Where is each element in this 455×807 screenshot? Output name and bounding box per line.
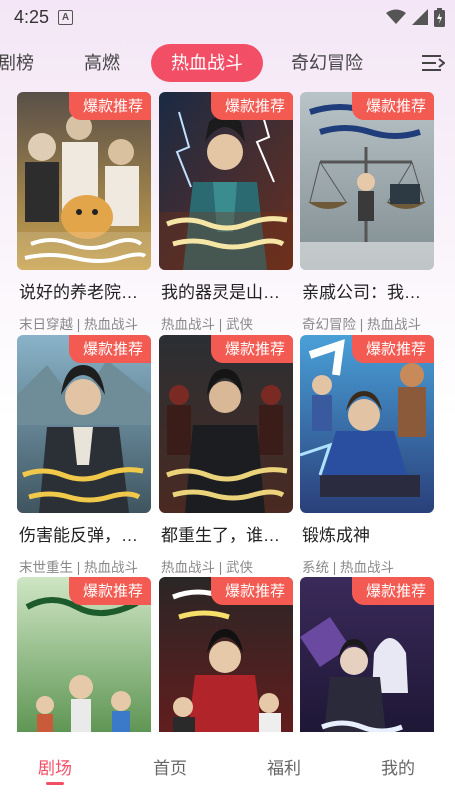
drama-card[interactable]: 爆款推荐 说好的养老院… 末日穿越 | 热血战斗 [17,92,151,332]
drama-card[interactable]: 爆款推荐 [300,577,434,732]
hot-recommend-badge: 爆款推荐 [68,577,151,605]
tab-ranking[interactable]: 剧榜 [0,44,34,82]
card-title: 说好的养老院… [19,283,138,302]
status-time: 4:25 [14,7,50,27]
hot-recommend-badge: 爆款推荐 [210,577,293,605]
cover-image: 爆款推荐 [17,577,151,732]
hot-recommend-badge: 爆款推荐 [210,92,293,120]
nav-home[interactable]: 首页 [153,754,187,779]
hot-recommend-badge: 爆款推荐 [351,335,434,363]
card-title: 都重生了，谁… [161,526,280,545]
battery-icon [434,7,445,27]
list-menu-icon[interactable] [421,52,445,74]
cover-image: 爆款推荐 [159,92,293,270]
cover-image: 爆款推荐 [159,577,293,732]
drama-card[interactable]: 爆款推荐 [17,577,151,732]
cover-image: 爆款推荐 [300,92,434,270]
cover-image: 爆款推荐 [159,335,293,513]
drama-card[interactable]: 爆款推荐 伤害能反弹，… 末世重生 | 热血战斗 [17,335,151,575]
nav-active-indicator [46,782,64,785]
drama-card[interactable]: 爆款推荐 亲戚公司：我… 奇幻冒险 | 热血战斗 [300,92,434,332]
card-tags: 奇幻冒险 | 热血战斗 [302,317,422,332]
status-bar: 4:25 A [0,0,455,34]
hot-recommend-badge: 爆款推荐 [351,577,434,605]
card-title: 伤害能反弹，… [19,526,138,545]
cover-image: 爆款推荐 [300,335,434,513]
tab-high-energy[interactable]: 高燃 [84,44,120,82]
card-title: 锻炼成神 [302,526,370,545]
nav-theater[interactable]: 剧场 [38,754,72,779]
notification-a-icon: A [58,10,73,25]
drama-card[interactable]: 爆款推荐 锻炼成神 系统 | 热血战斗 [300,335,434,575]
cover-image: 爆款推荐 [17,335,151,513]
card-title: 亲戚公司：我… [302,283,421,302]
hot-recommend-badge: 爆款推荐 [351,92,434,120]
card-tags: 热血战斗 | 武侠 [161,560,254,575]
card-tags: 热血战斗 | 武侠 [161,317,254,332]
cover-image: 爆款推荐 [300,577,434,732]
hot-recommend-badge: 爆款推荐 [210,335,293,363]
tab-hot-blood-battle[interactable]: 热血战斗 [151,44,263,82]
status-icons [386,7,445,27]
card-title: 我的器灵是山… [161,283,280,302]
drama-card[interactable]: 爆款推荐 我的器灵是山… 热血战斗 | 武侠 [159,92,293,332]
nav-mine[interactable]: 我的 [381,754,415,779]
card-tags: 系统 | 热血战斗 [302,560,395,575]
drama-card[interactable]: 爆款推荐 都重生了，谁… 热血战斗 | 武侠 [159,335,293,575]
hot-recommend-badge: 爆款推荐 [68,335,151,363]
hot-recommend-badge: 爆款推荐 [68,92,151,120]
bottom-navigation: 剧场 首页 福利 我的 [0,732,455,807]
nav-welfare[interactable]: 福利 [267,754,301,779]
tab-fantasy-adventure[interactable]: 奇幻冒险 [291,44,363,82]
drama-grid: 爆款推荐 说好的养老院… 末日穿越 | 热血战斗 爆款推荐 我的器灵是山… 热血… [17,92,441,732]
category-tabs: 剧榜 高燃 热血战斗 奇幻冒险 [0,44,455,84]
signal-icon [412,9,428,25]
card-tags: 末日穿越 | 热血战斗 [19,317,139,332]
wifi-icon [386,9,406,24]
drama-card[interactable]: 爆款推荐 [159,577,293,732]
card-tags: 末世重生 | 热血战斗 [19,560,139,575]
cover-image: 爆款推荐 [17,92,151,270]
